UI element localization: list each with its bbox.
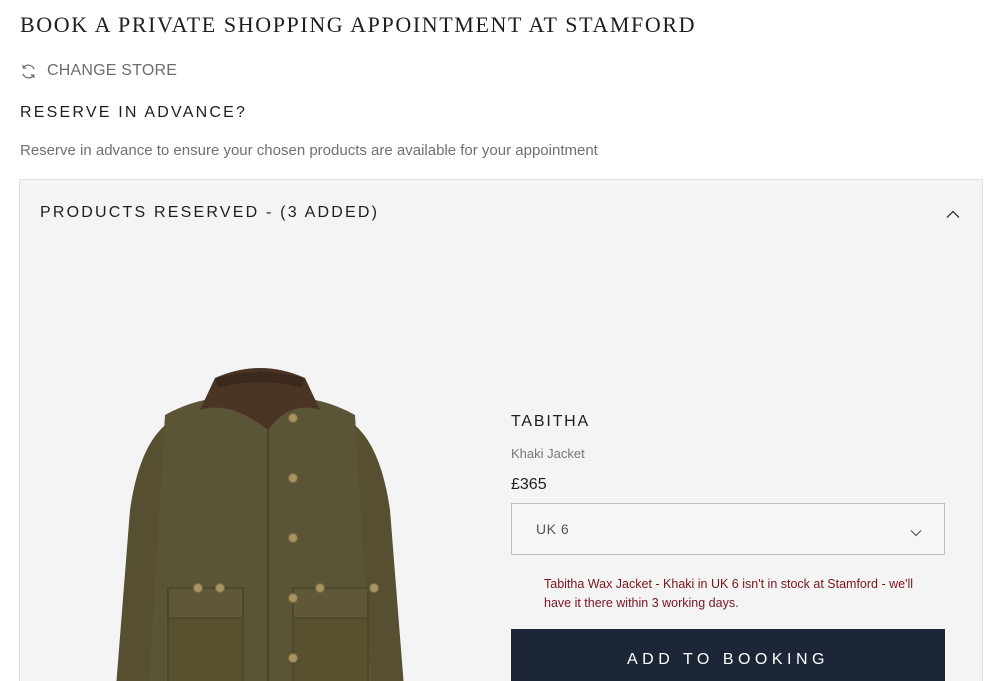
products-reserved-panel: PRODUCTS RESERVED - (3 ADDED) TABITHA Kh… [19,179,983,681]
size-select-value: UK 6 [536,521,570,537]
products-reserved-header[interactable]: PRODUCTS RESERVED - (3 ADDED) [20,180,982,244]
reserve-description: Reserve in advance to ensure your chosen… [20,142,598,159]
khaki-jacket-illustration [116,368,404,681]
refresh-icon [20,63,37,80]
reserve-heading: RESERVE IN ADVANCE? [20,104,248,121]
chevron-up-icon[interactable] [946,206,960,224]
size-select[interactable]: UK 6 [511,503,945,555]
product-image [110,360,410,681]
change-store-link[interactable]: CHANGE STORE [20,60,177,82]
change-store-label: CHANGE STORE [47,62,178,79]
product-description: Khaki Jacket [511,446,585,461]
add-to-booking-button[interactable]: ADD TO BOOKING [511,629,945,681]
page-title: BOOK A PRIVATE SHOPPING APPOINTMENT AT S… [20,12,697,37]
product-price: £365 [511,476,547,493]
chevron-down-icon [910,524,922,542]
add-to-booking-label: ADD TO BOOKING [627,651,829,668]
stock-warning-message: Tabitha Wax Jacket - Khaki in UK 6 isn't… [544,577,914,610]
product-name: TABITHA [511,413,590,430]
products-reserved-title: PRODUCTS RESERVED - (3 ADDED) [40,204,380,221]
